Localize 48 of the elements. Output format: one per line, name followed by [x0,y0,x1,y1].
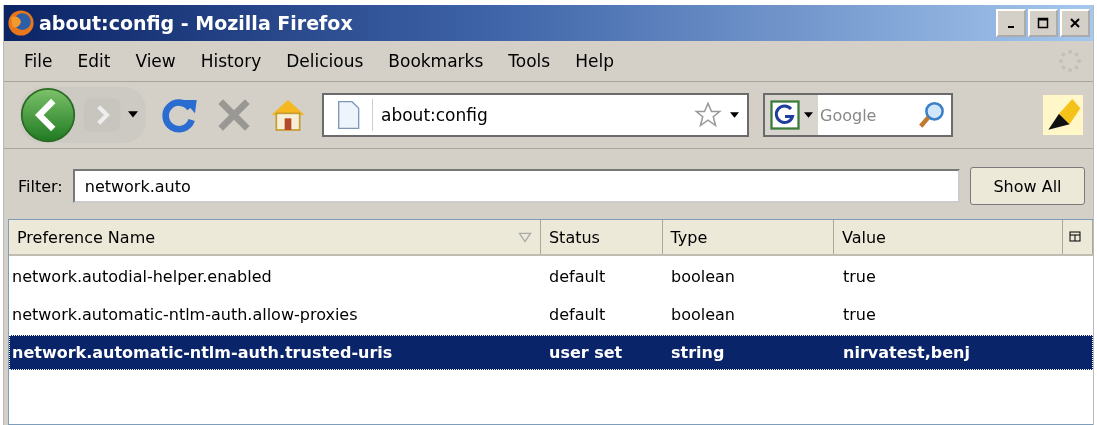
search-engine-button[interactable] [765,95,818,135]
column-header[interactable]: Preference Name [9,220,541,254]
dropdown-arrow-icon[interactable] [730,111,739,119]
table-cell-text: boolean [670,305,736,324]
table-row[interactable]: network.autodial-helper.enabled default boolean true [9,259,1093,294]
show-all-button[interactable]: Show All [970,167,1085,205]
table-cell-text: network.automatic-ntlm-auth.allow-proxies [11,305,359,324]
table-cell-text: true [842,305,877,324]
minimize-icon [1008,26,1014,28]
close-icon [1069,17,1081,29]
table-cell-text: network.autodial-helper.enabled [11,267,273,286]
menu-item[interactable]: Help [567,47,623,75]
menu-item[interactable]: Edit [69,47,120,75]
menu-item[interactable]: Delicious [278,47,373,75]
dropdown-arrow-icon [804,111,813,119]
g-logo-icon [770,100,800,130]
table-cell-text: boolean [670,267,736,286]
address-bar[interactable]: about:config [322,93,749,137]
menu-item[interactable]: Bookmarks [380,47,493,75]
columns-icon [1069,231,1082,243]
column-header[interactable]: Type [662,220,834,254]
window-title: about:config - Mozilla Firefox [39,12,354,34]
highlighter-icon[interactable] [1043,95,1083,135]
column-header[interactable]: Status [540,220,663,254]
filter-label: Filter: [18,176,63,196]
back-button[interactable] [20,87,76,143]
menu-item[interactable]: Tools [500,47,560,75]
menu-item[interactable]: History [192,47,271,75]
column-header[interactable]: Value [833,220,1064,254]
table-cell-text: network.automatic-ntlm-auth.trusted-uris [11,343,394,362]
close-button[interactable] [1060,9,1090,37]
table-row[interactable]: network.automatic-ntlm-auth.trusted-uris user set string nirvatest,benj [9,335,1093,370]
search-icon[interactable] [917,100,947,130]
globe-icon [7,9,35,37]
maximize-icon [1037,17,1049,29]
table-cell-text: nirvatest,benj [842,343,971,362]
dropdown-arrow-icon[interactable] [128,111,138,119]
table-cell-text: default [548,305,607,324]
table-cell-text: user set [548,343,624,362]
menu-item[interactable]: View [127,47,185,75]
menu-item[interactable]: File [16,47,62,75]
filter-field[interactable]: network.auto [72,169,960,203]
table-row[interactable]: network.automatic-ntlm-auth.allow-proxies default boolean true [9,297,1093,332]
table-cell-text: string [670,343,726,362]
maximize-button[interactable] [1028,9,1058,37]
table-cell-text: true [842,267,877,286]
star-icon[interactable] [694,101,722,129]
table-cell-text: default [548,267,607,286]
